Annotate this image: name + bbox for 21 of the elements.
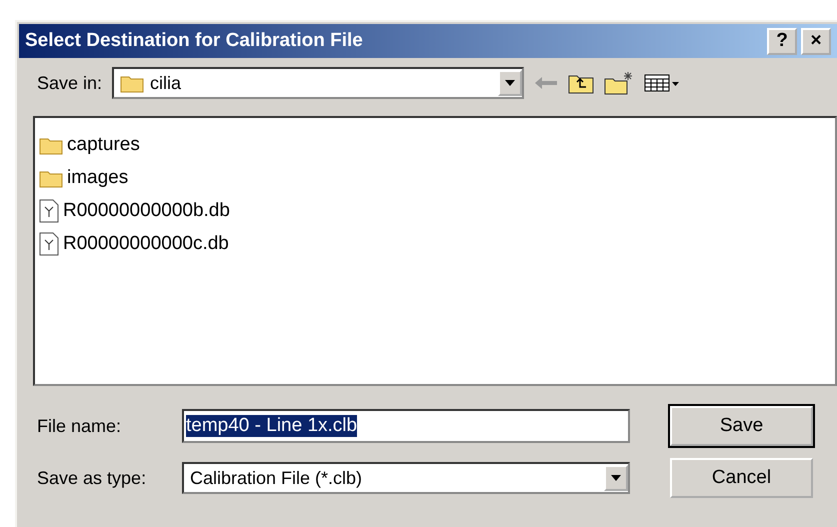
file-name-label: File name: [37,416,122,436]
save-as-type-dropdown[interactable]: Calibration File (*.clb) [182,462,630,494]
file-list-item[interactable]: R00000000000b.db [39,194,831,227]
cancel-button[interactable]: Cancel [670,458,813,498]
save-in-label: Save in: [37,72,102,94]
help-button[interactable]: ? [767,28,797,54]
document-icon [39,198,59,222]
save-as-type-label: Save as type: [37,468,148,488]
new-folder-icon[interactable] [604,71,634,95]
file-list-item[interactable]: R00000000000c.db [39,227,831,260]
save-button[interactable]: Save [670,406,813,446]
window-title: Select Destination for Calibration File [25,30,364,52]
view-menu-icon[interactable] [644,73,680,93]
save-in-dropdown[interactable]: cilia [112,67,524,99]
document-icon [39,232,59,256]
close-button[interactable]: × [801,28,831,54]
file-name-field[interactable]: temp40 - Line 1x.clb [182,409,630,443]
dropdown-arrow-icon [505,80,516,86]
dropdown-arrow-icon [611,475,621,481]
file-list-item[interactable]: captures [39,128,831,161]
file-list-item[interactable]: images [39,161,831,194]
